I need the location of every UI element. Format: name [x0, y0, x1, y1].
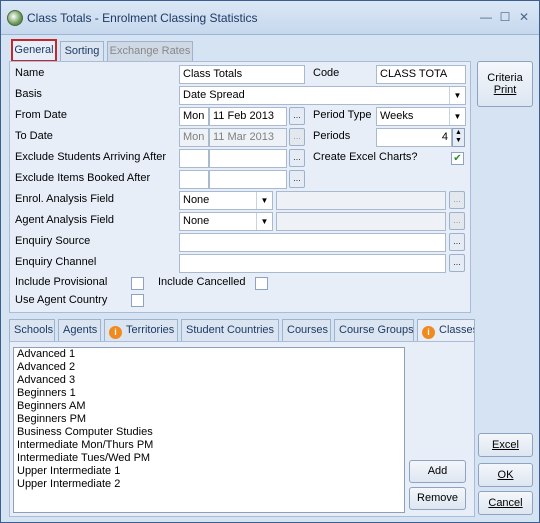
include-provisional-checkbox[interactable]	[131, 277, 144, 290]
chevron-down-icon: ▼	[449, 108, 465, 125]
name-label: Name	[15, 67, 45, 79]
app-icon	[7, 10, 23, 26]
basis-label: Basis	[15, 88, 42, 100]
include-cancelled-label: Include Cancelled	[158, 276, 246, 288]
list-item[interactable]: Business Computer Studies	[14, 426, 404, 439]
create-excel-label: Create Excel Charts?	[313, 151, 418, 163]
list-item[interactable]: Beginners 1	[14, 387, 404, 400]
enrol-field-picker-button: ...	[449, 191, 465, 209]
exclude-items-date-field[interactable]	[209, 170, 287, 189]
tab-schools[interactable]: Schools	[9, 319, 55, 342]
name-field[interactable]: Class Totals	[179, 65, 305, 84]
list-item[interactable]: Intermediate Mon/Thurs PM	[14, 439, 404, 452]
exclude-arriving-picker-button[interactable]: ...	[289, 149, 305, 167]
period-type-select[interactable]: Weeks ▼	[376, 107, 466, 126]
include-provisional-label: Include Provisional	[15, 276, 108, 288]
periods-field[interactable]: 4	[376, 128, 452, 147]
agent-field-value: None	[183, 215, 210, 227]
list-item[interactable]: Advanced 1	[14, 348, 404, 361]
ok-button[interactable]: OK	[478, 463, 533, 487]
criteria-print-button[interactable]: Criteria Print	[477, 61, 533, 107]
agent-field-label: Agent Analysis Field	[15, 214, 115, 226]
list-item[interactable]: Advanced 3	[14, 374, 404, 387]
use-agent-country-label: Use Agent Country	[15, 294, 108, 306]
list-item[interactable]: Upper Intermediate 1	[14, 465, 404, 478]
tab-sorting[interactable]: Sorting	[60, 41, 104, 61]
periods-stepper[interactable]: ▲ ▼	[452, 128, 465, 147]
list-item[interactable]: Beginners AM	[14, 400, 404, 413]
title-bar: Class Totals - Enrolment Classing Statis…	[1, 1, 539, 35]
enquiry-channel-label: Enquiry Channel	[15, 256, 97, 268]
create-excel-checkbox[interactable]: ✔	[451, 152, 464, 165]
close-icon[interactable]: ✕	[517, 10, 531, 24]
add-button[interactable]: Add	[409, 460, 466, 483]
periods-label: Periods	[313, 130, 351, 142]
tab-territories[interactable]: i Territories	[104, 319, 178, 342]
agent-field-picker-button: ...	[449, 212, 465, 230]
code-label: Code	[313, 67, 340, 79]
info-icon: i	[422, 326, 435, 339]
enquiry-source-label: Enquiry Source	[15, 235, 91, 247]
agent-field-select[interactable]: None ▼	[179, 212, 273, 231]
chevron-down-icon: ▼	[256, 213, 272, 230]
window-title: Class Totals - Enrolment Classing Statis…	[27, 11, 258, 25]
chevron-down-icon: ▼	[256, 192, 272, 209]
exclude-arriving-date-field[interactable]	[209, 149, 287, 168]
maximize-icon[interactable]: ☐	[498, 10, 512, 24]
exclude-items-picker-button[interactable]: ...	[289, 170, 305, 188]
enrol-field-value-field	[276, 191, 446, 210]
agent-field-value-field	[276, 212, 446, 231]
from-date-field[interactable]: 11 Feb 2013	[209, 107, 287, 126]
enrol-field-label: Enrol. Analysis Field	[15, 193, 115, 205]
exclude-items-label: Exclude Items Booked After	[15, 172, 151, 184]
tab-student-countries[interactable]: Student Countries	[181, 319, 279, 342]
period-type-label: Period Type	[313, 109, 372, 121]
dialog-window: Class Totals - Enrolment Classing Statis…	[0, 0, 540, 523]
minimize-icon[interactable]: —	[479, 10, 493, 24]
enrol-field-select[interactable]: None ▼	[179, 191, 273, 210]
list-item[interactable]: Advanced 2	[14, 361, 404, 374]
to-date-picker-button: ...	[289, 128, 305, 146]
include-cancelled-checkbox[interactable]	[255, 277, 268, 290]
to-day-field: Mon	[179, 128, 209, 147]
list-item[interactable]: Intermediate Tues/Wed PM	[14, 452, 404, 465]
tab-territories-label: Territories	[126, 324, 175, 336]
to-date-field: 11 Mar 2013	[209, 128, 287, 147]
print-label: Print	[493, 84, 517, 96]
tab-classes-label: Classes	[439, 324, 475, 336]
remove-button[interactable]: Remove	[409, 487, 466, 510]
enquiry-channel-field[interactable]	[179, 254, 446, 273]
enquiry-channel-picker-button[interactable]: ...	[449, 254, 465, 272]
exclude-items-day-field	[179, 170, 209, 189]
basis-value: Date Spread	[183, 89, 245, 101]
enquiry-source-picker-button[interactable]: ...	[449, 233, 465, 251]
tab-classes[interactable]: i Classes	[417, 319, 475, 342]
tab-course-groups[interactable]: Course Groups	[334, 319, 414, 342]
enrol-field-value: None	[183, 194, 210, 206]
code-field[interactable]: CLASS TOTA	[376, 65, 466, 84]
period-type-value: Weeks	[380, 110, 414, 122]
excel-button[interactable]: Excel	[478, 433, 533, 457]
tab-agents[interactable]: Agents	[58, 319, 101, 342]
info-icon: i	[109, 326, 122, 339]
criteria-label: Criteria	[487, 72, 523, 84]
to-date-label: To Date	[15, 130, 53, 142]
tab-exchange-rates: Exchange Rates	[107, 41, 193, 61]
tab-general[interactable]: General	[11, 39, 57, 62]
from-day-field: Mon	[179, 107, 209, 126]
list-item[interactable]: Beginners PM	[14, 413, 404, 426]
from-date-picker-button[interactable]: ...	[289, 107, 305, 125]
exclude-arriving-label: Exclude Students Arriving After	[15, 151, 167, 163]
classes-list[interactable]: Advanced 1 Advanced 2 Advanced 3 Beginne…	[13, 347, 405, 513]
from-date-label: From Date	[15, 109, 67, 121]
cancel-button[interactable]: Cancel	[478, 491, 533, 515]
tab-courses[interactable]: Courses	[282, 319, 331, 342]
exclude-arriving-day-field	[179, 149, 209, 168]
basis-select[interactable]: Date Spread ▼	[179, 86, 466, 105]
list-item[interactable]: Upper Intermediate 2	[14, 478, 404, 491]
use-agent-country-checkbox[interactable]	[131, 294, 144, 307]
chevron-down-icon: ▼	[449, 87, 465, 104]
enquiry-source-field[interactable]	[179, 233, 446, 252]
